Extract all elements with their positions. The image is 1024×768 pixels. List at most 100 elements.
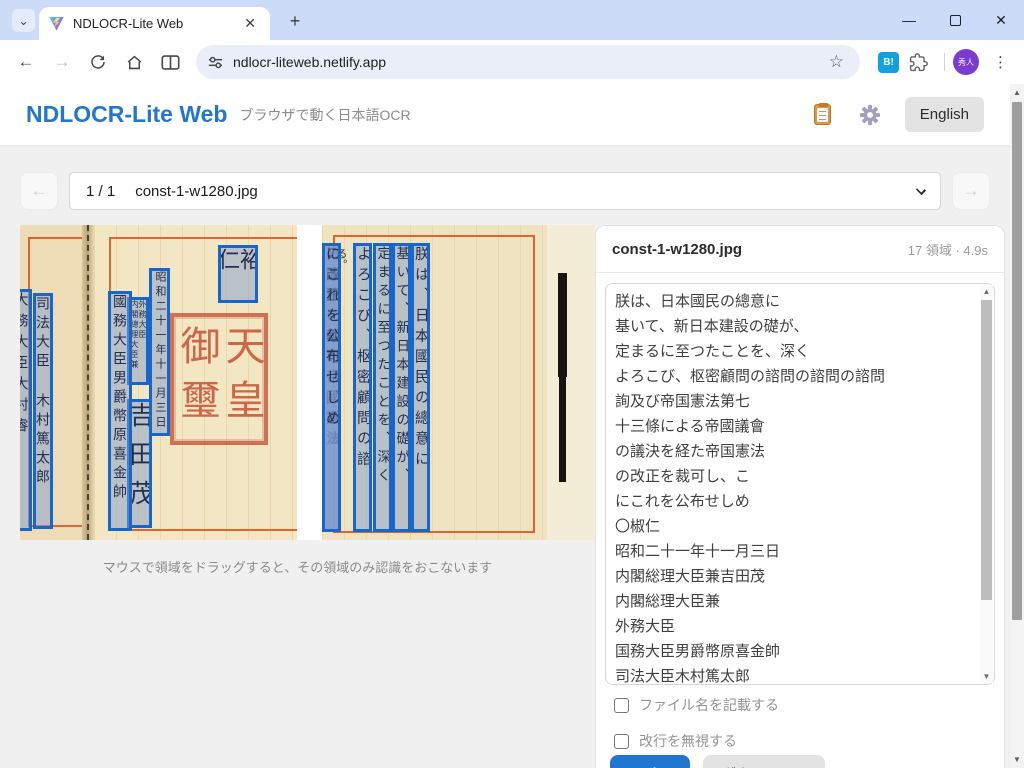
scroll-up-icon[interactable]: ▲ (980, 287, 993, 296)
checkbox[interactable] (614, 734, 629, 749)
page-scrollbar[interactable]: ▲ ▼ (1010, 84, 1024, 768)
minimize-button[interactable]: — (886, 0, 932, 40)
binding-mark (558, 273, 567, 377)
page-scroll-up-icon[interactable]: ▲ (1010, 88, 1024, 97)
option-row[interactable]: 改行を無視する (614, 730, 986, 752)
app-page: NDLOCR-Lite Web ブラウザで動く日本語OCR English ← … (0, 84, 1024, 768)
maximize-icon (950, 15, 961, 26)
textarea-scrollbar-thumb[interactable] (981, 300, 992, 600)
url-bar[interactable]: ndlocr-liteweb.netlify.app ☆ (196, 45, 860, 79)
ocr-region-column[interactable]: よろこび、枢密顧問の諮 (353, 243, 372, 532)
app-subtitle: ブラウザで動く日本語OCR (239, 105, 813, 125)
ocr-text-line: 内閣総理大臣兼吉田茂 (615, 564, 964, 589)
clipboard-icon[interactable] (814, 104, 831, 125)
browser-toolbar: ← → ndlocr-liteweb.netlify.app ☆ (0, 40, 1024, 84)
ocr-text-area[interactable]: 朕は、日本國民の總意に 基いて、新日本建設の礎が、 定まるに至つたことを、深く … (605, 283, 995, 685)
ocr-text-line: よろこび、枢密顧問の諮問の諮問の諮問 (615, 364, 964, 389)
imperial-seal: 天皇 御璽 (170, 313, 268, 445)
ocr-text-line: 定まるに至つたことを、深く (615, 339, 964, 364)
option-row[interactable]: ファイル名を記載する (614, 694, 986, 716)
ocr-text-line: 司法大臣木村篤太郎 (615, 664, 964, 685)
ocr-text-line: 〇椒仁 (615, 514, 964, 539)
puzzle-icon (909, 53, 928, 72)
toolbar-separator (944, 53, 945, 71)
reload-button[interactable] (84, 48, 112, 76)
page-scroll-down-icon[interactable]: ▼ (1010, 755, 1024, 764)
window-controls: — ✕ (886, 0, 1024, 40)
ocr-text-line: 詢及び帝国憲法第七 (615, 389, 964, 414)
browser-menu-button[interactable]: ⋮ (989, 53, 1012, 71)
binding-stitch (87, 225, 89, 540)
home-button[interactable] (120, 48, 148, 76)
side-panel-icon (161, 54, 180, 71)
ocr-region-kokumu[interactable]: 國務大臣男爵幣原喜金帥 (108, 291, 132, 531)
maximize-button[interactable] (932, 0, 978, 40)
document-page-left[interactable]: 天皇 御璽 裕仁 昭和二十一年十一月三日 内閣總理大臣兼 外務大臣 吉田茂 國 (20, 225, 297, 540)
selected-filename: const-1-w1280.jpg (135, 183, 258, 200)
page-indicator: 1 / 1 (86, 183, 115, 200)
bookmark-star-icon[interactable]: ☆ (825, 52, 848, 72)
side-panel-button[interactable] (156, 48, 184, 76)
site-settings-icon[interactable] (208, 55, 223, 70)
tab-title: NDLOCR-Lite Web (73, 16, 240, 31)
home-icon (125, 53, 144, 72)
ocr-region-column[interactable]: 朕は、日本國民の總意に (411, 243, 430, 532)
reload-icon (89, 53, 107, 71)
ocr-text-line: 十三條による帝國議會 (615, 414, 964, 439)
option-label: 改行を無視する (639, 731, 737, 751)
results-stats: 17 領域 · 4.9s (908, 240, 988, 259)
new-tab-button[interactable]: + (283, 9, 307, 33)
window-close-button[interactable]: ✕ (978, 0, 1024, 40)
ocr-text-line: の改正を裁可し、こ (615, 464, 964, 489)
settings-gear-icon[interactable] (859, 104, 881, 126)
ocr-text-line: 外務大臣 (615, 614, 964, 639)
file-navigation: ← 1 / 1 const-1-w1280.jpg → (20, 172, 990, 210)
extensions-button[interactable] (909, 53, 928, 72)
hatena-extension-icon[interactable]: B! (878, 52, 899, 73)
textarea-scrollbar[interactable]: ▲ ▼ (980, 285, 993, 683)
tab-close-icon[interactable]: ✕ (240, 15, 260, 32)
ocr-region-shiho[interactable]: 司法大臣 木村篤太郎 (33, 293, 53, 529)
ocr-region-column[interactable]: 基いて、新日本建設の礎が、 (392, 243, 411, 532)
copy-button[interactable]: コピー (610, 755, 690, 768)
binding-mark-lower (559, 377, 566, 482)
ocr-region-partial[interactable]: 大務大臣大村睿 (20, 289, 32, 531)
file-select[interactable]: 1 / 1 const-1-w1280.jpg (69, 172, 941, 210)
ocr-region-column[interactable]: 定まるに至つたことを、深く (373, 243, 392, 532)
ocr-text-line: 国務大臣男爵幣原喜金帥 (615, 639, 964, 664)
action-buttons: コピー ダウンロード (610, 755, 825, 768)
ocr-text-line: の議決を経た帝国憲法 (615, 439, 964, 464)
app-title: NDLOCR-Lite Web (26, 101, 227, 128)
ocr-text-line: にこれを公布せしめ (615, 489, 964, 514)
vite-logo-icon (49, 17, 64, 31)
browser-titlebar: ⌄ NDLOCR-Lite Web ✕ + — ✕ (0, 0, 1024, 40)
back-button[interactable]: ← (12, 48, 40, 76)
ocr-text-line: 基いて、新日本建設の礎が、 (615, 314, 964, 339)
prev-file-button[interactable]: ← (20, 172, 58, 210)
next-file-button[interactable]: → (952, 172, 990, 210)
browser-tab[interactable]: NDLOCR-Lite Web ✕ (39, 7, 270, 40)
profile-avatar[interactable]: 秀人 (953, 49, 979, 75)
language-toggle-button[interactable]: English (905, 97, 984, 132)
page-scrollbar-thumb[interactable] (1012, 102, 1022, 620)
ocr-text-line: 内閣総理大臣兼 (615, 589, 964, 614)
right-page-edge (547, 225, 595, 540)
document-page-right[interactable]: る。 朕は、日本國民の總意に 基いて、新日本建設の礎が、 定まるに至つたことを、… (322, 225, 595, 540)
app-header: NDLOCR-Lite Web ブラウザで動く日本語OCR English (0, 84, 1010, 146)
forward-button[interactable]: → (48, 48, 76, 76)
ocr-region-column[interactable]: にこれを公布せしめ (322, 243, 341, 532)
tab-chevron-icon[interactable]: ⌄ (12, 9, 35, 32)
checkbox[interactable] (614, 698, 629, 713)
ocr-text-line: 朕は、日本國民の總意に (615, 289, 964, 314)
results-filename: const-1-w1280.jpg (612, 241, 908, 258)
ocr-region-signature[interactable]: 裕仁 (218, 245, 258, 303)
download-button[interactable]: ダウンロード (703, 755, 825, 768)
ocr-region-date[interactable]: 昭和二十一年十一月三日 (149, 268, 170, 436)
ocr-text-line: 昭和二十一年十一月三日 (615, 539, 964, 564)
results-header: const-1-w1280.jpg 17 領域 · 4.9s (596, 226, 1004, 273)
results-panel: const-1-w1280.jpg 17 領域 · 4.9s 朕は、日本國民の總… (595, 225, 1005, 768)
scanned-document[interactable]: 天皇 御璽 裕仁 昭和二十一年十一月三日 内閣總理大臣兼 外務大臣 吉田茂 國 (20, 225, 575, 540)
url-text[interactable]: ndlocr-liteweb.netlify.app (233, 54, 825, 70)
drag-hint-caption: マウスで領域をドラッグすると、その領域のみ認識をおこないます (20, 557, 575, 576)
scroll-down-icon[interactable]: ▼ (980, 672, 993, 681)
